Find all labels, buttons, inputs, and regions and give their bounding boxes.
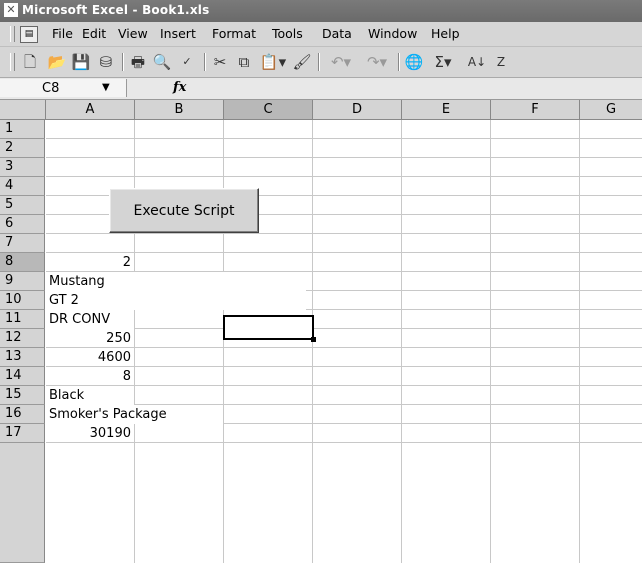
print-icon[interactable]: 🖶 [128,52,148,72]
save-icon[interactable]: 💾 [71,52,91,72]
workbook-icon[interactable]: ▤ [20,26,38,43]
row-header-2[interactable]: 2 [0,139,45,158]
copy-icon[interactable]: ⧉ [234,52,254,72]
row-gridline [46,176,642,177]
row-header-4[interactable]: 4 [0,177,45,196]
format-painter-icon[interactable]: 🖌 [292,52,312,72]
chevron-down-icon[interactable]: ▼ [102,82,110,93]
permission-icon[interactable]: ⛁ [96,52,116,72]
menu-bar: ▤ File Edit View Insert Format Tools Dat… [0,22,642,47]
menu-view[interactable]: View [118,26,148,41]
cell-a9[interactable]: Mustang [46,272,306,291]
menu-edit[interactable]: Edit [82,26,106,41]
menu-window[interactable]: Window [368,26,417,41]
worksheet-grid[interactable]: A B C D E F G 1 2 3 4 5 6 7 8 9 10 11 12… [0,100,642,563]
title-bar: ✕ Microsoft Excel - Book1.xls [0,0,642,22]
row-header-1[interactable]: 1 [0,120,45,139]
excel-app-icon[interactable]: ✕ [4,3,18,17]
cell-a14[interactable]: 8 [46,367,134,386]
column-header-b[interactable]: B [135,100,224,120]
row-header-12[interactable]: 12 [0,329,45,348]
menu-format[interactable]: Format [212,26,256,41]
standard-toolbar: 🗋 📂 💾 ⛁ 🖶 🔍 ✓ ✂ ⧉ 📋▾ 🖌 ↶▾ ↷▾ 🌐 Σ▾ A↓ Z [0,47,642,78]
name-box[interactable]: C8 ▼ [0,79,127,97]
toolbar-separator [122,53,124,71]
column-gridline [490,120,491,563]
name-box-value: C8 [42,81,60,96]
cell-a15[interactable]: Black [46,386,134,405]
toolbar-separator [318,53,320,71]
menu-insert[interactable]: Insert [160,26,196,41]
row-gridline [46,157,642,158]
row-header-6[interactable]: 6 [0,215,45,234]
cell-a11[interactable]: DR CONV [46,310,134,329]
print-preview-icon[interactable]: 🔍 [152,52,172,72]
menu-tools[interactable]: Tools [272,26,303,41]
execute-script-button[interactable]: Execute Script [109,188,259,233]
row-gridline [46,328,642,329]
spelling-icon[interactable]: ✓ [176,52,198,72]
cell-a8[interactable]: 2 [46,253,134,272]
row-header-10[interactable]: 10 [0,291,45,310]
column-header-g[interactable]: G [580,100,642,120]
fill-handle[interactable] [311,337,316,342]
hyperlink-icon[interactable]: 🌐 [404,52,424,72]
cell-a13[interactable]: 4600 [46,348,134,367]
cell-a17[interactable]: 30190 [46,424,134,443]
row-header-16[interactable]: 16 [0,405,45,424]
column-header-e[interactable]: E [402,100,491,120]
column-gridline [134,120,135,563]
menu-data[interactable]: Data [322,26,352,41]
new-icon[interactable]: 🗋 [20,52,40,72]
menubar-grip[interactable] [10,26,15,42]
toolbar-separator [398,53,400,71]
row-gridline [46,385,642,386]
sort-ascending-icon[interactable]: A↓ [466,52,488,72]
column-gridline [223,120,224,563]
cell-a10[interactable]: GT 2 [46,291,306,310]
row-header-overflow [0,443,45,563]
row-header-8[interactable]: 8 [0,253,45,272]
row-header-3[interactable]: 3 [0,158,45,177]
sort-descending-icon[interactable]: Z [490,52,512,72]
cut-icon[interactable]: ✂ [210,52,230,72]
column-gridline [401,120,402,563]
menu-help[interactable]: Help [431,26,460,41]
undo-icon[interactable]: ↶▾ [324,52,358,72]
toolbar-separator [204,53,206,71]
row-gridline [46,366,642,367]
cell-a16[interactable]: Smoker's Package [46,405,223,424]
row-header-5[interactable]: 5 [0,196,45,215]
formula-bar: C8 ▼ fx [0,78,642,100]
row-gridline [46,138,642,139]
row-header-17[interactable]: 17 [0,424,45,443]
select-all-corner[interactable] [0,100,46,120]
column-header-f[interactable]: F [491,100,580,120]
row-gridline [46,252,642,253]
row-gridline [46,442,642,443]
column-gridline [579,120,580,563]
autosum-icon[interactable]: Σ▾ [428,52,458,72]
redo-icon[interactable]: ↷▾ [360,52,394,72]
paste-icon[interactable]: 📋▾ [258,52,288,72]
row-header-9[interactable]: 9 [0,272,45,291]
column-header-d[interactable]: D [313,100,402,120]
column-header-c[interactable]: C [224,100,313,120]
row-header-13[interactable]: 13 [0,348,45,367]
cell-a12[interactable]: 250 [46,329,134,348]
row-gridline [46,347,642,348]
toolbar-grip[interactable] [10,53,15,71]
open-icon[interactable]: 📂 [47,52,67,72]
row-header-15[interactable]: 15 [0,386,45,405]
column-header-a[interactable]: A [46,100,135,120]
active-cell-c8[interactable] [223,315,316,342]
menu-file[interactable]: File [52,26,73,41]
insert-function-icon[interactable]: fx [173,80,186,95]
row-header-14[interactable]: 14 [0,367,45,386]
window-title: Microsoft Excel - Book1.xls [22,3,210,17]
row-header-11[interactable]: 11 [0,310,45,329]
row-header-7[interactable]: 7 [0,234,45,253]
